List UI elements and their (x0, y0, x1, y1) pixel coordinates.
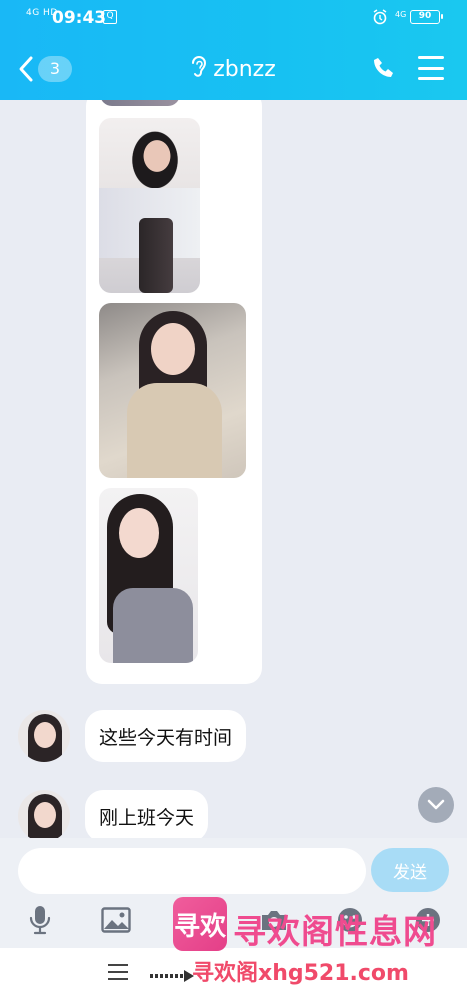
call-button[interactable] (372, 56, 398, 82)
scroll-to-bottom-button[interactable] (418, 787, 454, 823)
message-list[interactable]: 这些今天有时间 刚上班今天 (0, 100, 467, 838)
message-row: 这些今天有时间 (18, 710, 247, 762)
avatar[interactable] (18, 710, 70, 762)
microphone-icon (29, 906, 51, 935)
status-bar: 4G HD 09:43 Q 4G 90 (0, 0, 467, 36)
photo-3[interactable] (99, 488, 198, 663)
chat-header: 4G HD 09:43 Q 4G 90 3 zbnzz (0, 0, 467, 100)
app-notification-icon: Q (103, 10, 117, 24)
photo-partial[interactable] (100, 100, 180, 106)
battery-indicator: 90 (410, 10, 443, 24)
contact-name: zbnzz (213, 57, 276, 82)
menu-button[interactable] (418, 56, 444, 80)
send-button[interactable]: 发送 (371, 848, 449, 892)
phone-icon (374, 58, 393, 77)
watermark-site-name: 寻欢阁性息网 (233, 912, 437, 951)
photo-2[interactable] (99, 303, 246, 478)
chevron-down-icon (427, 799, 445, 810)
ear-icon (191, 56, 207, 84)
image-icon (101, 907, 131, 933)
image-button[interactable] (98, 902, 134, 938)
network-indicator: 4G (395, 10, 407, 19)
avatar[interactable] (18, 790, 70, 838)
menu-icon (418, 56, 444, 59)
photo-1[interactable] (99, 118, 200, 293)
message-bubble[interactable]: 这些今天有时间 (85, 710, 247, 762)
voice-button[interactable] (22, 902, 58, 938)
message-row: 刚上班今天 (18, 790, 209, 838)
watermark-site-url: 寻欢阁xhg521.com (192, 961, 409, 986)
message-input[interactable] (18, 848, 366, 894)
gesture-arrow-icon (150, 968, 198, 987)
message-bubble[interactable]: 刚上班今天 (85, 790, 209, 838)
watermark-logo: 寻欢 (173, 897, 227, 951)
alarm-icon (372, 9, 388, 30)
nav-bar: 3 zbnzz (0, 42, 467, 96)
recent-apps-button[interactable] (108, 964, 128, 980)
clock: 09:43 (52, 8, 107, 28)
